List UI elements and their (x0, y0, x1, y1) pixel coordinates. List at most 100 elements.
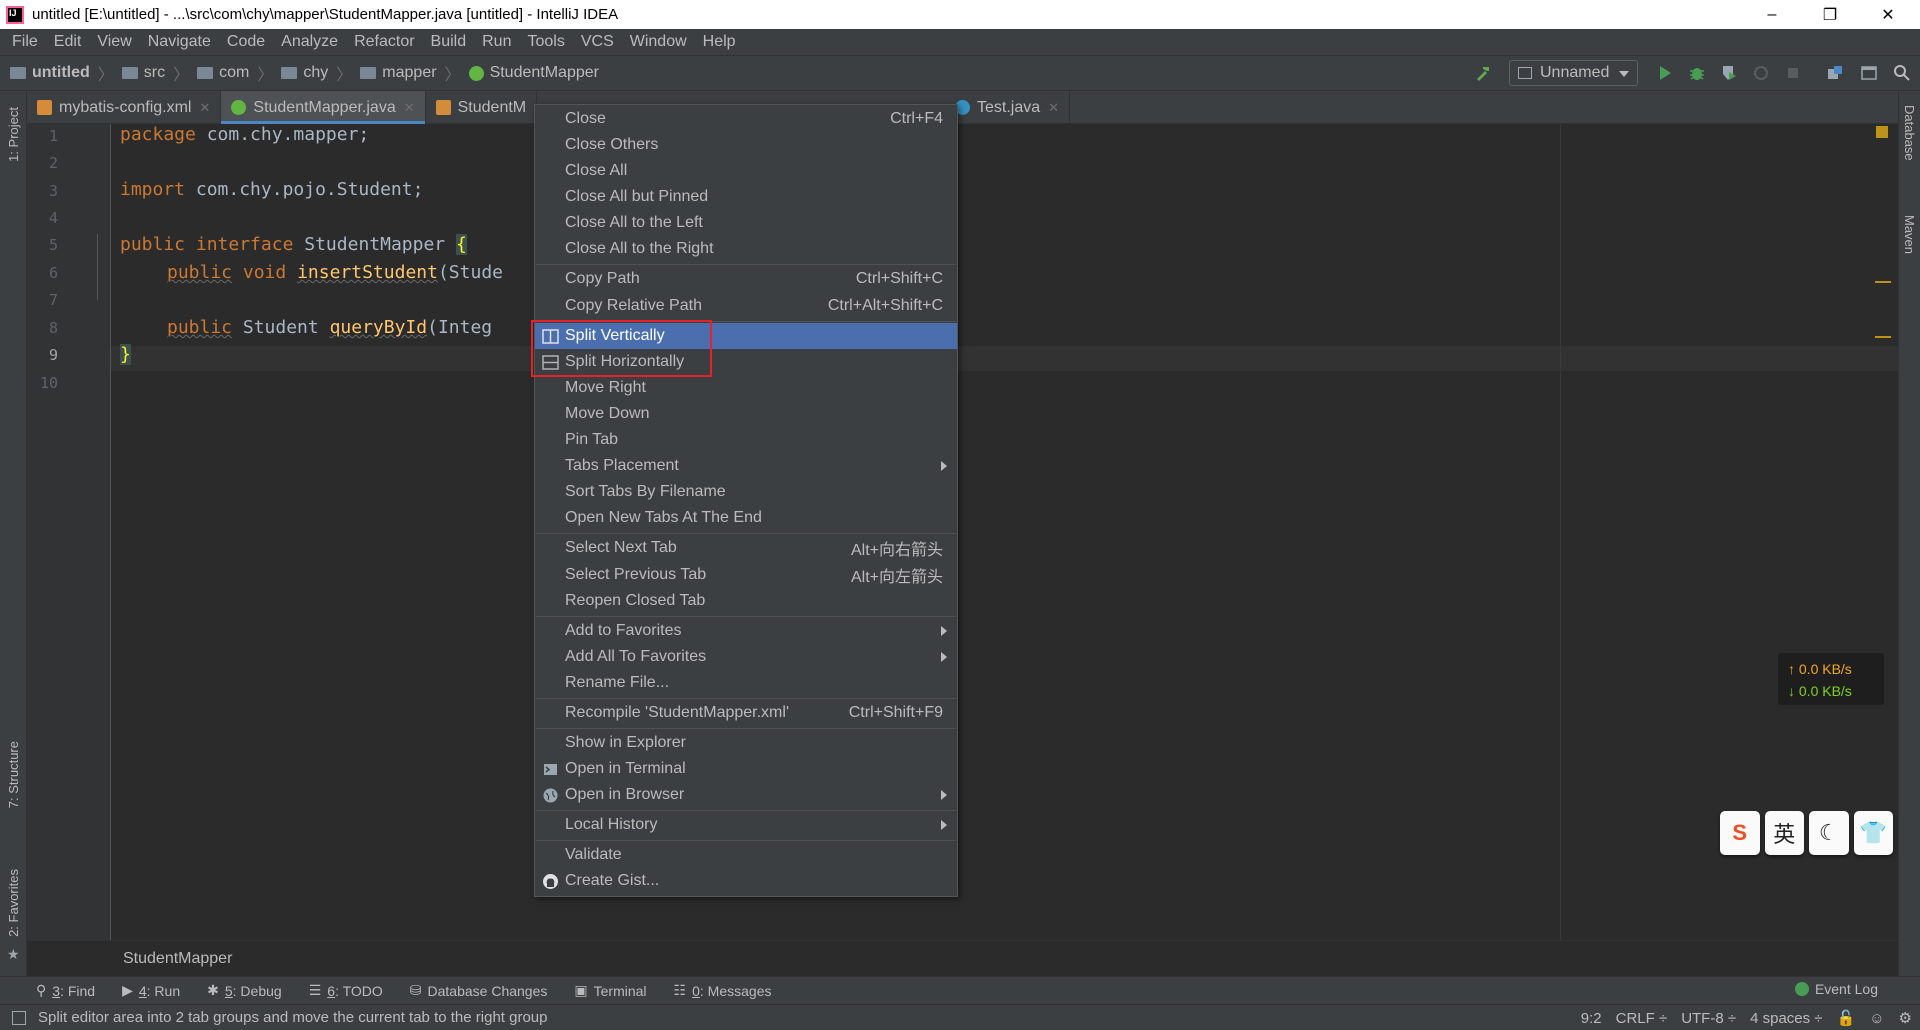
sogou-logo-icon[interactable]: S (1720, 811, 1760, 855)
breadcrumb-project[interactable]: untitled 〉 (10, 61, 122, 85)
line-separator[interactable]: CRLF ÷ (1616, 1010, 1668, 1027)
menu-help[interactable]: Help (695, 33, 744, 51)
debug-tool-button[interactable]: ✱ 5: Debug (207, 982, 282, 999)
toggle-tool-windows-icon[interactable] (12, 1011, 26, 1025)
menu-item-local-history[interactable]: Local History (535, 812, 957, 838)
menu-item-move-right[interactable]: Move Right (535, 375, 957, 401)
database-tool-button[interactable]: Database (1902, 105, 1917, 161)
terminal-tool-button[interactable]: ▣ Terminal (574, 982, 646, 999)
restore-button[interactable]: ❐ (1801, 0, 1859, 29)
coverage-icon[interactable] (1720, 64, 1738, 82)
structure-tool-button[interactable]: 7: Structure (6, 741, 21, 808)
project-structure-icon[interactable] (1826, 64, 1844, 82)
menu-item-split-vertically[interactable]: Split Vertically (535, 323, 957, 349)
warning-mark[interactable] (1875, 336, 1891, 338)
tab-studentmapper-xml[interactable]: StudentM (426, 91, 538, 124)
menu-item-copy-relative-path[interactable]: Copy Relative Path Ctrl+Alt+Shift+C (535, 293, 957, 319)
menu-tools[interactable]: Tools (519, 33, 572, 51)
menu-item-open-new-tabs-end[interactable]: Open New Tabs At The End (535, 505, 957, 531)
close-icon[interactable]: ✕ (199, 100, 210, 116)
breadcrumb-com[interactable]: com 〉 (197, 61, 281, 85)
messages-tool-button[interactable]: ☷ 0: Messages (674, 982, 772, 999)
menu-item-show-in-explorer[interactable]: Show in Explorer (535, 730, 957, 756)
footer-crumb-studentmapper[interactable]: StudentMapper (123, 950, 232, 968)
todo-tool-button[interactable]: ☰ 6: TODO (309, 982, 383, 999)
menu-item-close-all[interactable]: Close All (535, 158, 957, 184)
close-icon[interactable]: ✕ (1048, 100, 1059, 116)
minimize-button[interactable]: – (1743, 0, 1801, 29)
menu-item-reopen-closed-tab[interactable]: Reopen Closed Tab (535, 588, 957, 614)
inspector-icon[interactable]: ☺ (1869, 1010, 1884, 1027)
tab-mybatis-config[interactable]: mybatis-config.xml ✕ (27, 91, 222, 124)
menu-item-close[interactable]: Close Ctrl+F4 (535, 106, 957, 132)
menu-item-open-in-browser[interactable]: Open in Browser (535, 782, 957, 808)
breadcrumb-chy[interactable]: chy 〉 (281, 61, 360, 85)
run-tool-button[interactable]: ▶ 4: Run (122, 982, 180, 999)
menu-vcs[interactable]: VCS (573, 33, 622, 51)
search-icon[interactable] (1893, 64, 1911, 82)
menu-item-copy-path[interactable]: Copy Path Ctrl+Shift+C (535, 266, 957, 292)
menu-item-rename-file[interactable]: Rename File... (535, 670, 957, 696)
menu-item-add-to-favorites[interactable]: Add to Favorites (535, 618, 957, 644)
stop-icon[interactable] (1784, 64, 1802, 82)
warning-mark[interactable] (1875, 281, 1891, 283)
menu-item-close-all-left[interactable]: Close All to the Left (535, 210, 957, 236)
lock-icon[interactable]: 🔓 (1837, 1009, 1856, 1027)
menu-file[interactable]: File (4, 33, 46, 51)
menu-code[interactable]: Code (219, 33, 273, 51)
ime-language-toggle[interactable]: 英 (1764, 811, 1804, 855)
menu-analyze[interactable]: Analyze (273, 33, 346, 51)
run-configuration-select[interactable]: Unnamed (1509, 60, 1638, 86)
submenu-arrow-icon (941, 820, 947, 830)
breadcrumb-src[interactable]: src 〉 (121, 61, 197, 85)
menu-separator (536, 533, 956, 534)
menu-view[interactable]: View (89, 33, 139, 51)
warning-indicator-icon[interactable] (1876, 126, 1888, 138)
find-tool-button[interactable]: ⚲ 3: Find (36, 982, 95, 999)
breadcrumb-mapper[interactable]: mapper 〉 (360, 61, 468, 85)
menu-item-close-all-right[interactable]: Close All to the Right (535, 236, 957, 262)
project-tool-button[interactable]: 1: Project (6, 107, 21, 162)
menu-item-select-previous-tab[interactable]: Select Previous Tab Alt+向左箭头 (535, 562, 957, 588)
skin-shirt-icon[interactable]: 👕 (1853, 811, 1893, 855)
menu-window[interactable]: Window (622, 33, 695, 51)
menu-navigate[interactable]: Navigate (140, 33, 219, 51)
menu-item-add-all-to-favorites[interactable]: Add All To Favorites (535, 644, 957, 670)
menu-item-open-in-terminal[interactable]: Open in Terminal (535, 756, 957, 782)
tab-studentmapper-java[interactable]: StudentMapper.java ✕ (221, 91, 426, 124)
moon-icon[interactable]: ☾ (1809, 811, 1849, 855)
menu-item-move-down[interactable]: Move Down (535, 401, 957, 427)
close-icon[interactable]: ✕ (404, 100, 415, 116)
menu-build[interactable]: Build (423, 33, 475, 51)
file-encoding[interactable]: UTF-8 ÷ (1681, 1010, 1736, 1027)
breadcrumb-studentmapper[interactable]: StudentMapper (468, 64, 599, 82)
menu-run[interactable]: Run (474, 33, 519, 51)
menu-item-pin-tab[interactable]: Pin Tab (535, 427, 957, 453)
menu-item-close-others[interactable]: Close Others (535, 132, 957, 158)
tab-test-java[interactable]: Test.java ✕ (945, 91, 1071, 124)
code-editor[interactable]: 1 2 3 4 5 6 7 8 9 10 package com.chy.map… (27, 124, 1898, 940)
favorites-tool-button[interactable]: 2: Favorites (6, 869, 21, 937)
menu-edit[interactable]: Edit (46, 33, 90, 51)
menu-item-select-next-tab[interactable]: Select Next Tab Alt+向右箭头 (535, 535, 957, 561)
caret-position[interactable]: 9:2 (1581, 1010, 1602, 1027)
menu-item-close-all-but-pinned[interactable]: Close All but Pinned (535, 184, 957, 210)
close-window-button[interactable]: ✕ (1859, 0, 1917, 29)
menu-item-split-horizontally[interactable]: Split Horizontally (535, 349, 957, 375)
menu-item-recompile[interactable]: Recompile 'StudentMapper.xml' Ctrl+Shift+… (535, 700, 957, 726)
event-log-button[interactable]: Event Log (1794, 981, 1878, 997)
menu-item-tabs-placement[interactable]: Tabs Placement (535, 453, 957, 479)
maven-tool-button[interactable]: Maven (1902, 215, 1917, 254)
run-icon[interactable] (1656, 64, 1674, 82)
menu-refactor[interactable]: Refactor (346, 33, 422, 51)
profile-icon[interactable] (1752, 64, 1770, 82)
settings-icon[interactable]: ⚙ (1899, 1009, 1912, 1027)
menu-item-sort-tabs[interactable]: Sort Tabs By Filename (535, 479, 957, 505)
presentation-mode-icon[interactable] (1860, 64, 1878, 82)
database-changes-tool-button[interactable]: ⛁ Database Changes (410, 982, 548, 999)
menu-item-validate[interactable]: Validate (535, 842, 957, 868)
menu-item-create-gist[interactable]: Create Gist... (535, 868, 957, 894)
indent-setting[interactable]: 4 spaces ÷ (1750, 1010, 1822, 1027)
debug-icon[interactable] (1688, 64, 1706, 82)
build-hammer-icon[interactable] (1474, 64, 1492, 82)
